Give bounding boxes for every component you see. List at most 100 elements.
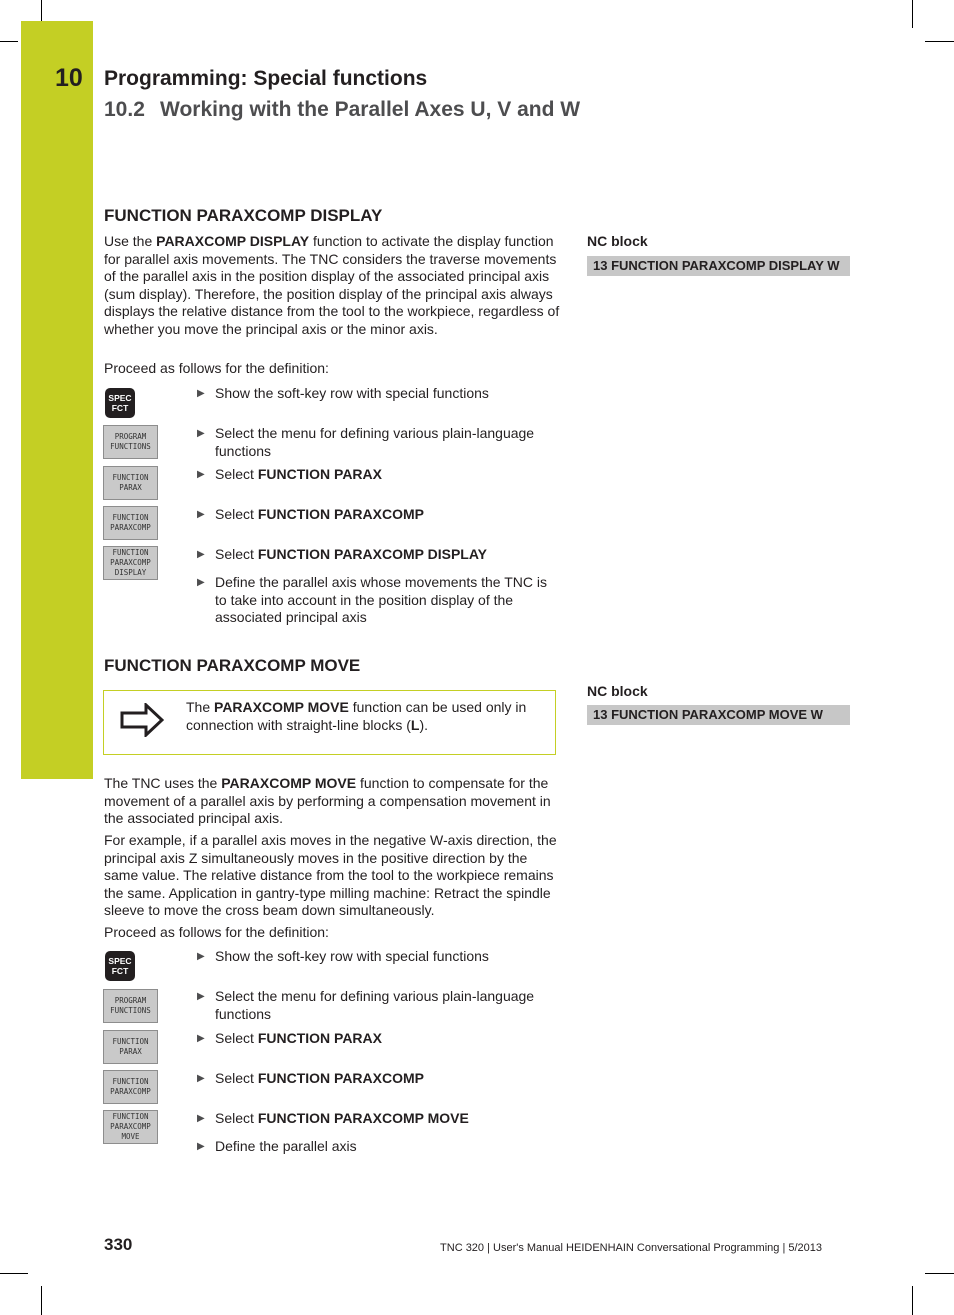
key-label: PARAXCOMP — [110, 1087, 151, 1096]
softkey-program-functions[interactable]: PROGRAM FUNCTIONS — [103, 989, 158, 1023]
arrow-right-outline-icon — [120, 703, 164, 737]
crop-mark — [912, 0, 913, 28]
note-text: The PARAXCOMP MOVE function can be used … — [186, 699, 546, 734]
step-text: Select FUNCTION PARAXCOMP — [215, 1070, 557, 1088]
key-label: SPEC — [108, 393, 132, 403]
key-label: FCT — [111, 403, 129, 413]
page-number: 330 — [104, 1235, 133, 1254]
heading-paraxcomp-display: FUNCTION PARAXCOMP DISPLAY — [104, 206, 383, 225]
step-item: ▶ Select the menu for defining various pl… — [197, 425, 557, 460]
step-text: Select FUNCTION PARAX — [215, 1030, 557, 1048]
step-text: Show the soft-key row with special funct… — [215, 385, 557, 403]
step-item: ▶ Select FUNCTION PARAX — [197, 1030, 557, 1048]
key-label: MOVE — [121, 1132, 140, 1141]
text: Show the soft-key row with special funct… — [215, 948, 489, 964]
bullet-triangle-icon: ▶ — [197, 428, 205, 439]
bullet-triangle-icon: ▶ — [197, 1141, 205, 1152]
keyword: FUNCTION PARAX — [257, 1030, 382, 1046]
bullet-triangle-icon: ▶ — [197, 991, 205, 1002]
softkey-function-paraxcomp-display[interactable]: FUNCTION PARAXCOMP DISPLAY — [103, 546, 158, 580]
text: Select — [215, 1030, 258, 1046]
spec-fct-key[interactable]: SPEC FCT — [105, 951, 135, 981]
text: The TNC uses the — [104, 775, 222, 791]
key-label: FUNCTION — [112, 473, 149, 482]
key-label: PROGRAM — [114, 996, 147, 1005]
keyword: PARAXCOMP MOVE — [221, 775, 357, 791]
heading-paraxcomp-move: FUNCTION PARAXCOMP MOVE — [104, 656, 361, 675]
bullet-triangle-icon: ▶ — [197, 577, 205, 588]
chapter-tab-bar — [21, 21, 93, 779]
key-label: PROGRAM — [114, 432, 147, 441]
key-label: PARAX — [119, 1047, 142, 1056]
keyword: FUNCTION PARAXCOMP — [257, 1070, 424, 1086]
step-text: Show the soft-key row with special funct… — [215, 948, 557, 966]
step-text: Select FUNCTION PARAXCOMP DISPLAY — [215, 546, 557, 564]
keyword: PARAXCOMP DISPLAY — [156, 233, 310, 249]
crop-mark — [41, 1286, 42, 1315]
keyword: FUNCTION PARAXCOMP MOVE — [257, 1110, 469, 1126]
section-number: 10.2 — [104, 98, 145, 121]
crop-mark — [0, 41, 18, 42]
step-item: ▶ Show the soft-key row with special func… — [197, 385, 557, 403]
footer-text: TNC 320 | User's Manual HEIDENHAIN Conve… — [440, 1242, 822, 1254]
bullet-triangle-icon: ▶ — [197, 549, 205, 560]
key-label: FCT — [111, 966, 129, 976]
text: ). — [419, 716, 429, 733]
key-label: SPEC — [108, 956, 132, 966]
keyword: FUNCTION PARAXCOMP DISPLAY — [257, 546, 488, 562]
section-title-text: Working with the Parallel Axes U, V and … — [160, 98, 581, 121]
keyword: FUNCTION PARAX — [257, 466, 382, 482]
softkey-program-functions[interactable]: PROGRAM FUNCTIONS — [103, 425, 158, 459]
nc-block-label: NC block — [587, 683, 648, 699]
bullet-triangle-icon: ▶ — [197, 951, 205, 962]
nc-block-code: 13 FUNCTION PARAXCOMP MOVE W — [587, 705, 850, 725]
key-label: PARAX — [119, 483, 142, 492]
chapter-title: Programming: Special functions — [104, 67, 428, 90]
text: Select — [215, 1110, 258, 1126]
intro-paragraph: Use the PARAXCOMP DISPLAY function to ac… — [104, 233, 560, 338]
text: Select — [215, 546, 258, 562]
softkey-function-parax[interactable]: FUNCTION PARAX — [103, 466, 158, 500]
softkey-function-paraxcomp[interactable]: FUNCTION PARAXCOMP — [103, 1070, 158, 1104]
text: Use the — [104, 233, 157, 249]
text: Select the menu for defining various pla… — [215, 425, 535, 459]
bullet-triangle-icon: ▶ — [197, 469, 205, 480]
text: Show the soft-key row with special funct… — [215, 385, 489, 401]
move-paragraph-1: The TNC uses the PARAXCOMP MOVE function… — [104, 775, 560, 828]
step-item: ▶ Select FUNCTION PARAXCOMP DISPLAY — [197, 546, 557, 564]
softkey-function-parax[interactable]: FUNCTION PARAX — [103, 1030, 158, 1064]
step-text: Select FUNCTION PARAXCOMP MOVE — [215, 1110, 557, 1128]
step-text: Select FUNCTION PARAXCOMP — [215, 506, 557, 524]
nc-block-code: 13 FUNCTION PARAXCOMP DISPLAY W — [587, 256, 850, 276]
step-text: Define the parallel axis whose movements… — [215, 574, 557, 627]
move-paragraph-2: For example, if a parallel axis moves in… — [104, 832, 557, 918]
key-label: FUNCTIONS — [110, 1006, 151, 1015]
proceed-text: Proceed as follows for the definition: — [104, 924, 329, 940]
key-label: PARAXCOMP — [110, 523, 151, 532]
text: Select — [215, 506, 258, 522]
key-label: FUNCTIONS — [110, 442, 151, 451]
spec-fct-key[interactable]: SPEC FCT — [105, 388, 135, 418]
key-label: FUNCTION — [112, 1112, 149, 1121]
text: Define the parallel axis — [215, 1138, 357, 1154]
crop-mark — [0, 1273, 28, 1274]
bullet-triangle-icon: ▶ — [197, 388, 205, 399]
keyword: FUNCTION PARAXCOMP — [257, 506, 424, 522]
softkey-function-paraxcomp-move[interactable]: FUNCTION PARAXCOMP MOVE — [103, 1110, 158, 1144]
step-text: Select FUNCTION PARAX — [215, 466, 557, 484]
step-item: ▶ Define the parallel axis whose movement… — [197, 574, 557, 627]
step-text: Define the parallel axis — [215, 1138, 557, 1156]
key-label: PARAXCOMP — [110, 1122, 151, 1131]
crop-mark — [925, 41, 954, 42]
bullet-triangle-icon: ▶ — [197, 1113, 205, 1124]
key-label: DISPLAY — [114, 568, 147, 577]
step-item: ▶ Select FUNCTION PARAXCOMP — [197, 1070, 557, 1088]
proceed-text: Proceed as follows for the definition: — [104, 360, 329, 376]
chapter-number: 10 — [55, 64, 83, 92]
text: The — [186, 699, 215, 715]
bullet-triangle-icon: ▶ — [197, 509, 205, 520]
text: Select the menu for defining various pla… — [215, 988, 535, 1022]
key-label: FUNCTION — [112, 1037, 149, 1046]
softkey-function-paraxcomp[interactable]: FUNCTION PARAXCOMP — [103, 506, 158, 540]
step-item: ▶ Define the parallel axis — [197, 1138, 557, 1156]
